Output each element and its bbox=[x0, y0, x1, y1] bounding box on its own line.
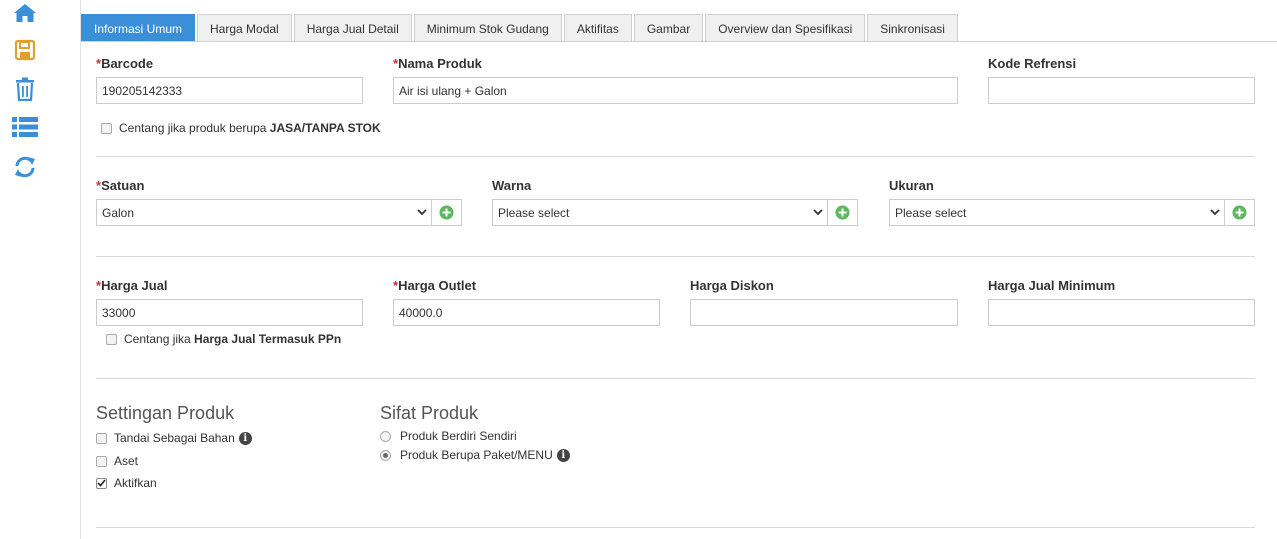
satuan-select[interactable]: Galon bbox=[96, 199, 462, 226]
aktifkan-label: Aktifkan bbox=[114, 476, 157, 490]
ukuran-value: Please select bbox=[895, 205, 967, 220]
jasa-checkbox[interactable]: Centang jika produk berupa JASA/TANPA ST… bbox=[101, 121, 381, 135]
chevron-down-icon[interactable] bbox=[413, 200, 431, 225]
chevron-down-icon[interactable] bbox=[809, 200, 827, 225]
tandai-bahan-box[interactable] bbox=[96, 432, 107, 444]
aktifkan-checkbox[interactable]: Aktifkan bbox=[96, 476, 157, 490]
add-warna-button[interactable] bbox=[827, 200, 857, 225]
plus-circle-icon bbox=[835, 205, 850, 220]
warna-value: Please select bbox=[498, 205, 570, 220]
add-ukuran-button[interactable] bbox=[1224, 200, 1254, 225]
harga-diskon-input[interactable] bbox=[690, 299, 958, 326]
harga-outlet-label: *Harga Outlet bbox=[393, 278, 477, 293]
aset-checkbox[interactable]: Aset bbox=[96, 454, 138, 468]
ppn-checkbox[interactable]: Centang jika Harga Jual Termasuk PPn bbox=[106, 332, 341, 346]
harga-jual-input[interactable]: 33000 bbox=[96, 299, 363, 326]
aset-label: Aset bbox=[114, 454, 139, 468]
aset-box[interactable] bbox=[96, 455, 107, 467]
checkmark-icon bbox=[97, 479, 106, 487]
kode-refrensi-label: Kode Refrensi bbox=[988, 56, 1077, 71]
produk-berdiri-sendiri-label: Produk Berdiri Sendiri bbox=[400, 429, 517, 443]
satuan-label: *Satuan bbox=[96, 178, 145, 193]
nama-produk-input[interactable]: Air isi ulang + Galon bbox=[393, 77, 958, 104]
harga-outlet-input[interactable]: 40000.0 bbox=[393, 299, 660, 326]
harga-diskon-label: Harga Diskon bbox=[690, 278, 774, 293]
main-panel: Informasi Umum Harga Modal Harga Jual De… bbox=[80, 0, 1277, 539]
add-satuan-button[interactable] bbox=[431, 200, 461, 225]
tab-bar: Informasi Umum Harga Modal Harga Jual De… bbox=[81, 14, 960, 42]
barcode-input[interactable]: 190205142333 bbox=[96, 77, 363, 104]
sidebar bbox=[0, 0, 50, 539]
divider-2 bbox=[96, 256, 1255, 257]
list-icon[interactable] bbox=[11, 114, 39, 140]
jasa-checkbox-box[interactable] bbox=[101, 122, 112, 134]
warna-select[interactable]: Please select bbox=[492, 199, 858, 226]
produk-berupa-paket-radio[interactable]: Produk Berupa Paket/MENU i bbox=[380, 448, 570, 462]
info-icon[interactable]: i bbox=[556, 448, 570, 462]
trash-icon[interactable] bbox=[11, 76, 39, 102]
refresh-icon[interactable] bbox=[11, 154, 39, 180]
chevron-down-icon[interactable] bbox=[1206, 200, 1224, 225]
warna-label: Warna bbox=[492, 178, 532, 193]
info-icon[interactable]: i bbox=[238, 431, 252, 445]
radio-circle[interactable] bbox=[380, 430, 391, 442]
satuan-value: Galon bbox=[102, 205, 135, 220]
barcode-label: *Barcode bbox=[96, 56, 154, 71]
tandai-bahan-label: Tandai Sebagai Bahan bbox=[114, 431, 235, 445]
divider-3 bbox=[96, 378, 1255, 379]
jasa-checkbox-label: Centang jika produk berupa JASA/TANPA ST… bbox=[119, 121, 381, 135]
save-icon[interactable] bbox=[11, 37, 39, 63]
ppn-checkbox-label: Centang jika Harga Jual Termasuk PPn bbox=[124, 332, 342, 346]
tab-sinkronisasi[interactable]: Sinkronisasi bbox=[867, 14, 958, 42]
plus-circle-icon bbox=[1232, 205, 1247, 220]
tab-aktifitas[interactable]: Aktifitas bbox=[563, 14, 632, 42]
harga-jual-minimum-input[interactable] bbox=[988, 299, 1255, 326]
tab-divider bbox=[81, 41, 1277, 42]
radio-circle-selected[interactable] bbox=[380, 449, 391, 461]
tab-harga-modal[interactable]: Harga Modal bbox=[197, 14, 292, 42]
settingan-produk-title: Settingan Produk bbox=[96, 403, 235, 423]
tab-gambar[interactable]: Gambar bbox=[633, 14, 704, 42]
ukuran-label: Ukuran bbox=[889, 178, 934, 193]
divider-1 bbox=[96, 156, 1255, 157]
plus-circle-icon bbox=[439, 205, 454, 220]
tab-minimum-stok-gudang[interactable]: Minimum Stok Gudang bbox=[413, 14, 562, 42]
harga-jual-minimum-label: Harga Jual Minimum bbox=[988, 278, 1116, 293]
home-icon[interactable] bbox=[11, 0, 39, 26]
tab-overview-dan-spesifikasi[interactable]: Overview dan Spesifikasi bbox=[705, 14, 866, 42]
tab-harga-jual-detail[interactable]: Harga Jual Detail bbox=[293, 14, 412, 42]
produk-berdiri-sendiri-radio[interactable]: Produk Berdiri Sendiri bbox=[380, 429, 517, 443]
aktifkan-box[interactable] bbox=[96, 477, 107, 489]
ppn-checkbox-box[interactable] bbox=[106, 333, 117, 345]
tab-informasi-umum[interactable]: Informasi Umum bbox=[81, 14, 196, 42]
kode-refrensi-input[interactable] bbox=[988, 77, 1255, 104]
sifat-produk-title: Sifat Produk bbox=[380, 403, 479, 423]
divider-4 bbox=[96, 527, 1255, 528]
ukuran-select[interactable]: Please select bbox=[889, 199, 1255, 226]
nama-produk-label: *Nama Produk bbox=[393, 56, 482, 71]
harga-jual-label: *Harga Jual bbox=[96, 278, 168, 293]
tandai-bahan-checkbox[interactable]: Tandai Sebagai Bahan i bbox=[96, 431, 252, 445]
produk-berupa-paket-label: Produk Berupa Paket/MENU bbox=[400, 448, 553, 462]
